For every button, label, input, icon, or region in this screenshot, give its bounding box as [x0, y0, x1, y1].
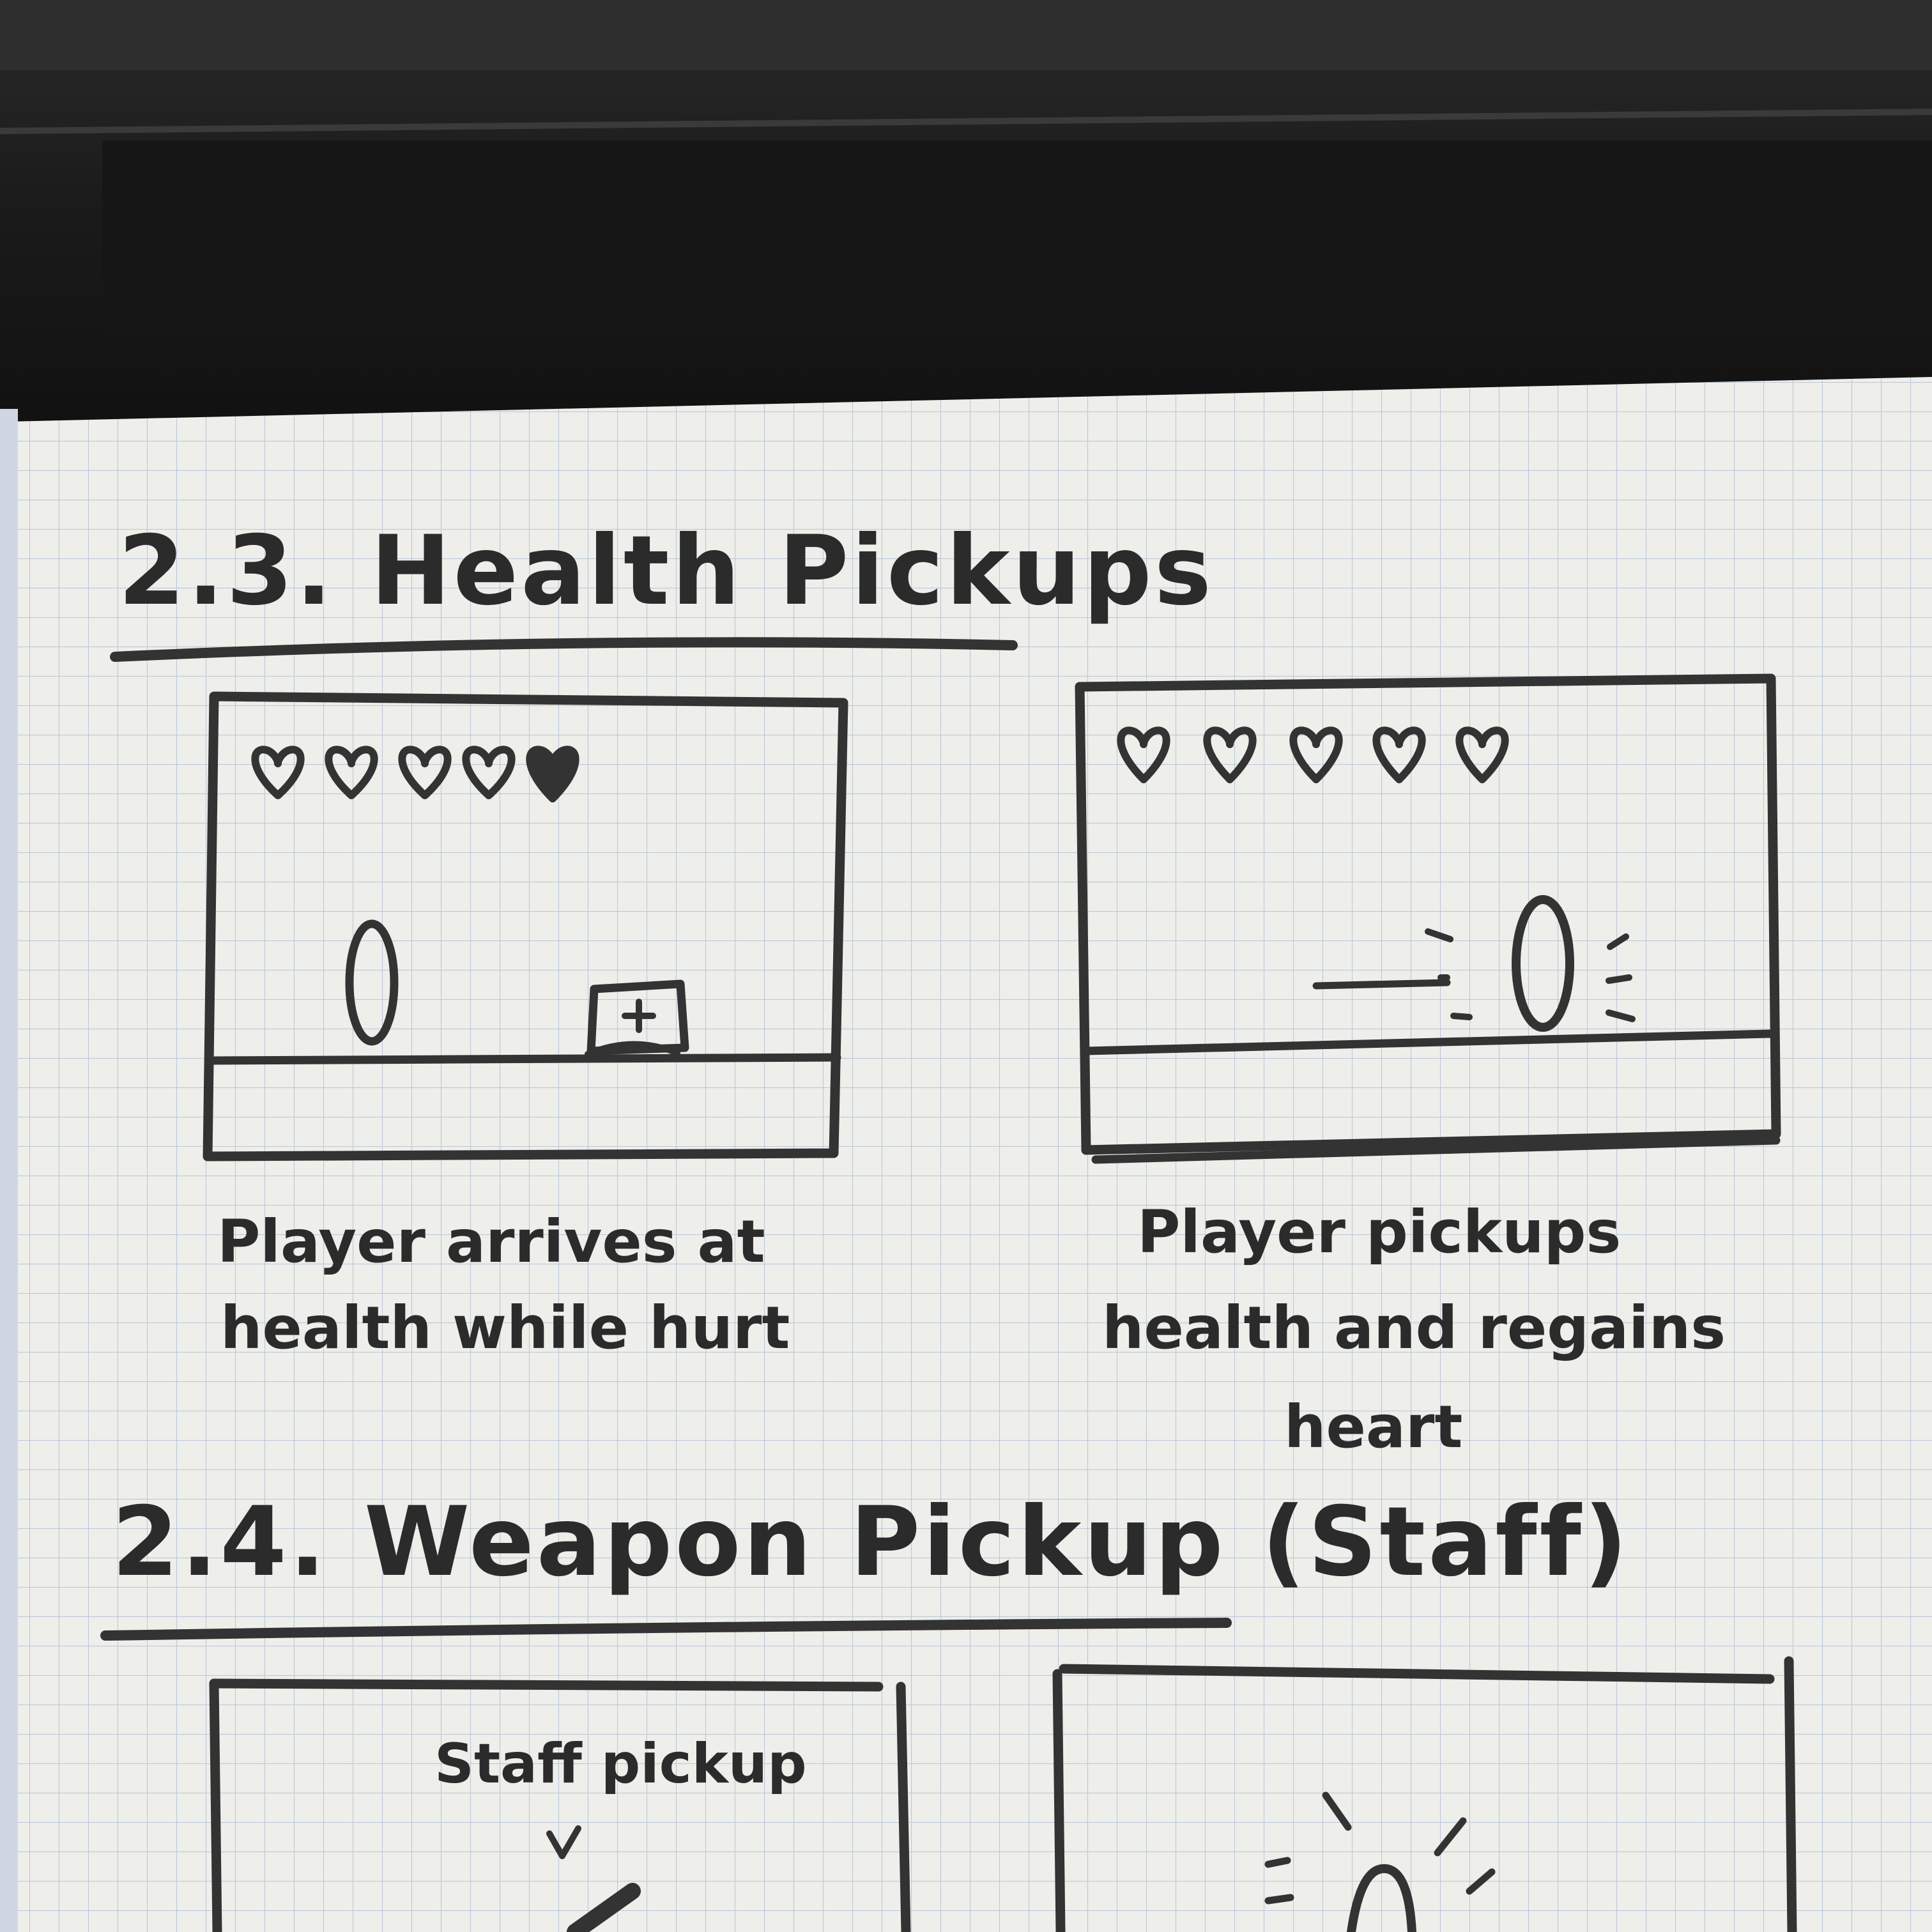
- panel-1-caption-line-1: Player arrives at: [217, 1208, 765, 1276]
- section-heading-weapon: 2.4. Weapon Pickup (Staff): [112, 1487, 1630, 1598]
- panel-2-caption-line-3: heart: [1284, 1393, 1462, 1461]
- section-heading-health: 2.3. Health Pickups: [118, 516, 1214, 627]
- notebook-photo: 2.3. Health Pickups Player arrives at he…: [0, 0, 1932, 1932]
- speed-line: [1312, 979, 1451, 990]
- keyboard-edge: [0, 0, 1932, 70]
- panel-2-caption-line-2: health and regains: [1102, 1294, 1726, 1362]
- keyboard-bar: [102, 141, 1932, 332]
- panel-3-label: Staff pickup: [434, 1732, 807, 1796]
- panel-1-caption-line-2: health while hurt: [220, 1294, 790, 1362]
- panel-2-caption-line-1: Player pickups: [1137, 1198, 1621, 1266]
- page-left-edge: [0, 409, 18, 1932]
